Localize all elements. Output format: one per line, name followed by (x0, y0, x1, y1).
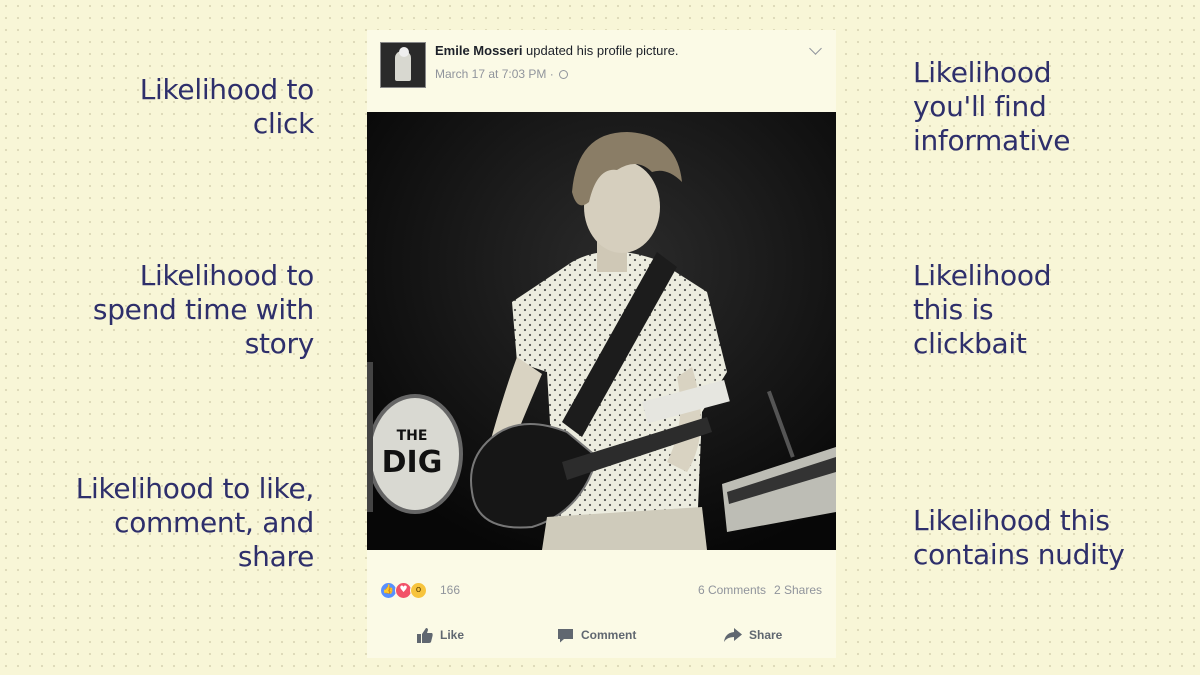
share-label: Share (749, 628, 783, 642)
like-button[interactable]: Like (417, 625, 464, 645)
comments-count[interactable]: 6 Comments (698, 583, 766, 597)
post-photo[interactable]: THE DIG (367, 112, 836, 550)
label-likelihood-like-comment-share: Likelihood to like, comment, and share (75, 472, 315, 573)
label-likelihood-nudity: Likelihood this contains nudity (913, 504, 1125, 571)
reaction-count[interactable]: 166 (440, 583, 460, 597)
post-timestamp[interactable]: March 17 at 7:03 PM · (435, 67, 569, 81)
drum-brand-text: THE (397, 428, 428, 444)
engagement-counts: 6 Comments 2 Shares (698, 583, 822, 597)
reactions-bar: 👍 ♥ o 166 6 Comments 2 Shares (367, 575, 836, 605)
avatar[interactable] (380, 42, 426, 88)
label-likelihood-click: Likelihood to click (139, 73, 315, 140)
post-author-line: Emile Mosseri updated his profile pictur… (435, 43, 679, 58)
globe-icon (559, 70, 569, 79)
comment-bubble-icon (558, 628, 573, 642)
label-likelihood-spend-time: Likelihood to spend time with story (92, 259, 314, 360)
label-likelihood-informative: Likelihood you'll find informative (913, 56, 1071, 157)
guitarist-photo: THE DIG (367, 112, 836, 550)
chevron-down-icon[interactable] (809, 42, 822, 55)
thumbs-up-icon (417, 627, 433, 643)
like-label: Like (440, 628, 465, 642)
comment-button[interactable]: Comment (557, 625, 636, 645)
author-name[interactable]: Emile Mosseri (435, 43, 522, 58)
label-likelihood-clickbait: Likelihood this is clickbait (913, 259, 1052, 360)
post-action-text: updated his profile picture. (522, 43, 679, 58)
shares-count[interactable]: 2 Shares (774, 583, 822, 597)
share-button[interactable]: Share (724, 625, 782, 645)
drum-brand-text-main: DIG (382, 445, 443, 480)
news-feed-post: Emile Mosseri updated his profile pictur… (367, 30, 836, 658)
post-header: Emile Mosseri updated his profile pictur… (367, 30, 836, 112)
comment-label: Comment (581, 628, 637, 642)
timestamp-text: March 17 at 7:03 PM · (435, 67, 558, 81)
wow-reaction-icon[interactable]: o (410, 582, 427, 599)
share-arrow-icon (724, 627, 742, 642)
post-actions: Like Comment Share (367, 620, 836, 650)
